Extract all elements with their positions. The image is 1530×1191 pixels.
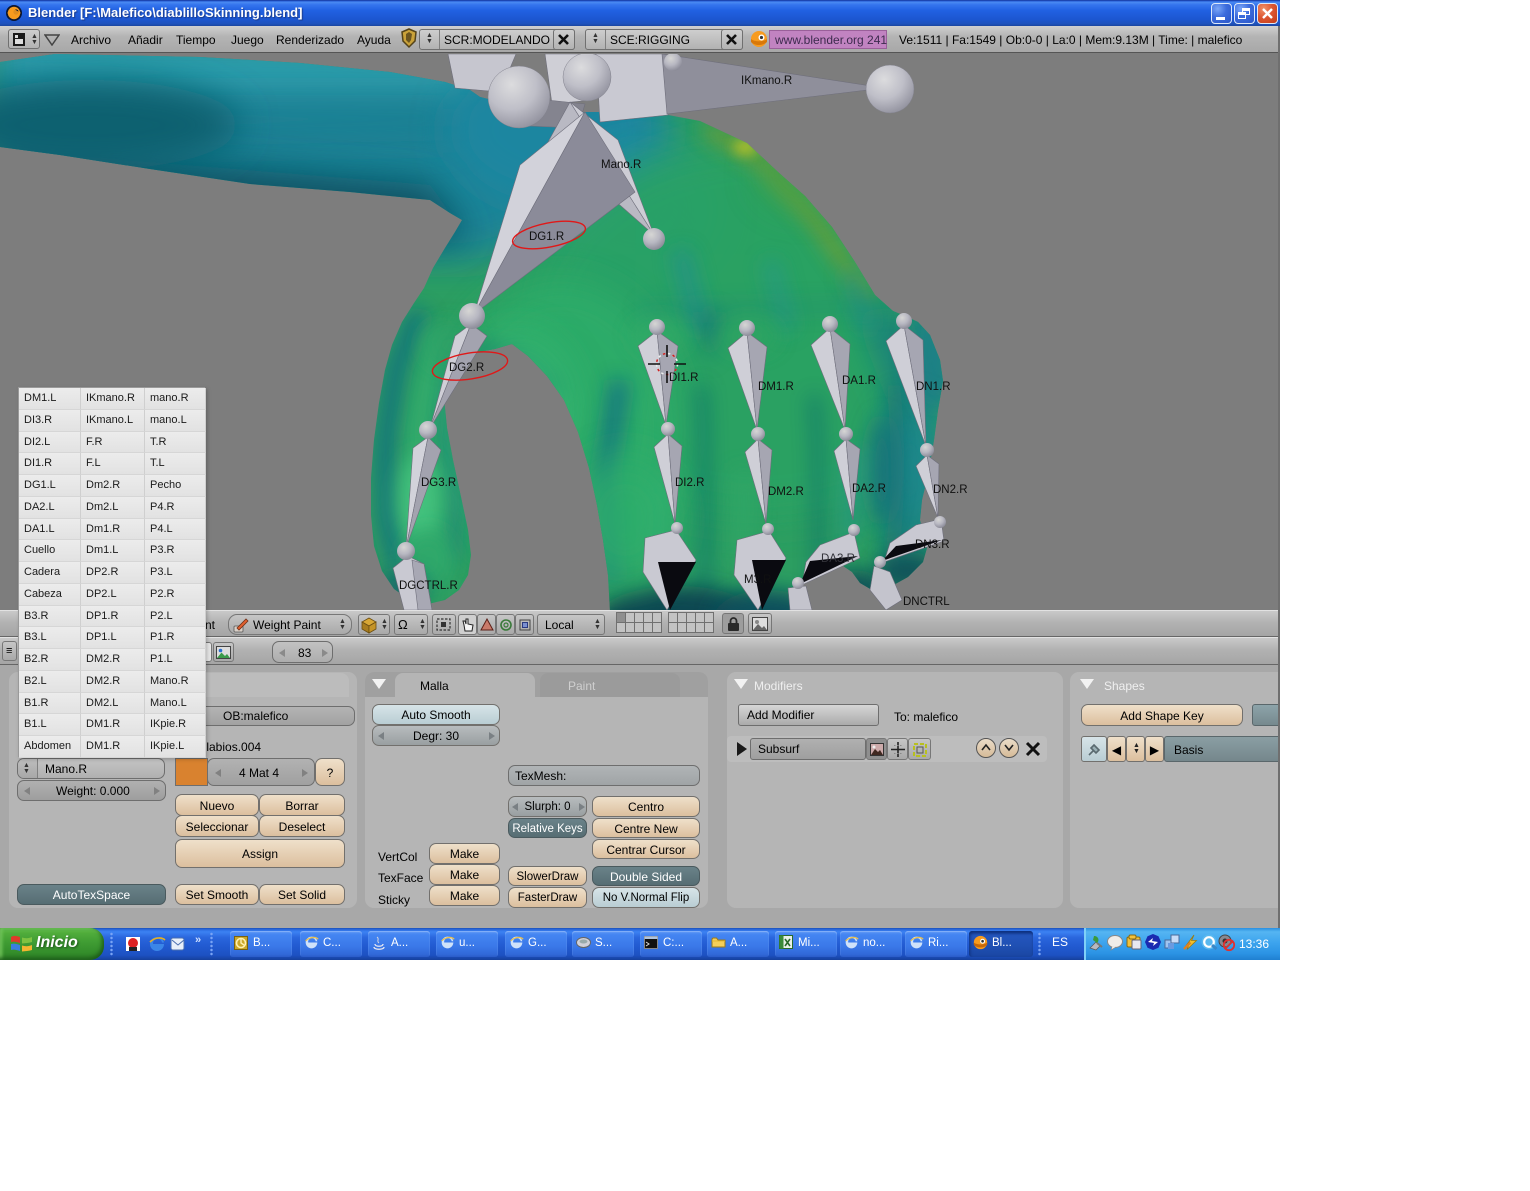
svg-text:DN2.R: DN2.R	[933, 484, 968, 496]
svg-text:DG2.R: DG2.R	[449, 362, 484, 374]
svg-text:DG1.R: DG1.R	[529, 231, 564, 243]
svg-text:DN3.R: DN3.R	[915, 539, 950, 551]
svg-text:DA1.R: DA1.R	[842, 375, 876, 387]
svg-text:DN1.R: DN1.R	[916, 381, 951, 393]
svg-text:DNCTRL: DNCTRL	[903, 596, 950, 608]
svg-text:DGCTRL.R: DGCTRL.R	[399, 580, 458, 592]
svg-text:DM2.R: DM2.R	[768, 486, 804, 498]
svg-text:DI2.R: DI2.R	[675, 477, 704, 489]
svg-text:DA2.R: DA2.R	[852, 483, 886, 495]
svg-text:DM1.R: DM1.R	[758, 381, 794, 393]
svg-text:DA3.R: DA3.R	[821, 553, 855, 565]
svg-text:Mano.R: Mano.R	[601, 159, 641, 171]
svg-text:DG3.R: DG3.R	[421, 477, 456, 489]
svg-text:IKmano.R: IKmano.R	[741, 75, 792, 87]
svg-text:DI1.R: DI1.R	[669, 372, 698, 384]
svg-text:M3.R: M3.R	[744, 574, 771, 586]
